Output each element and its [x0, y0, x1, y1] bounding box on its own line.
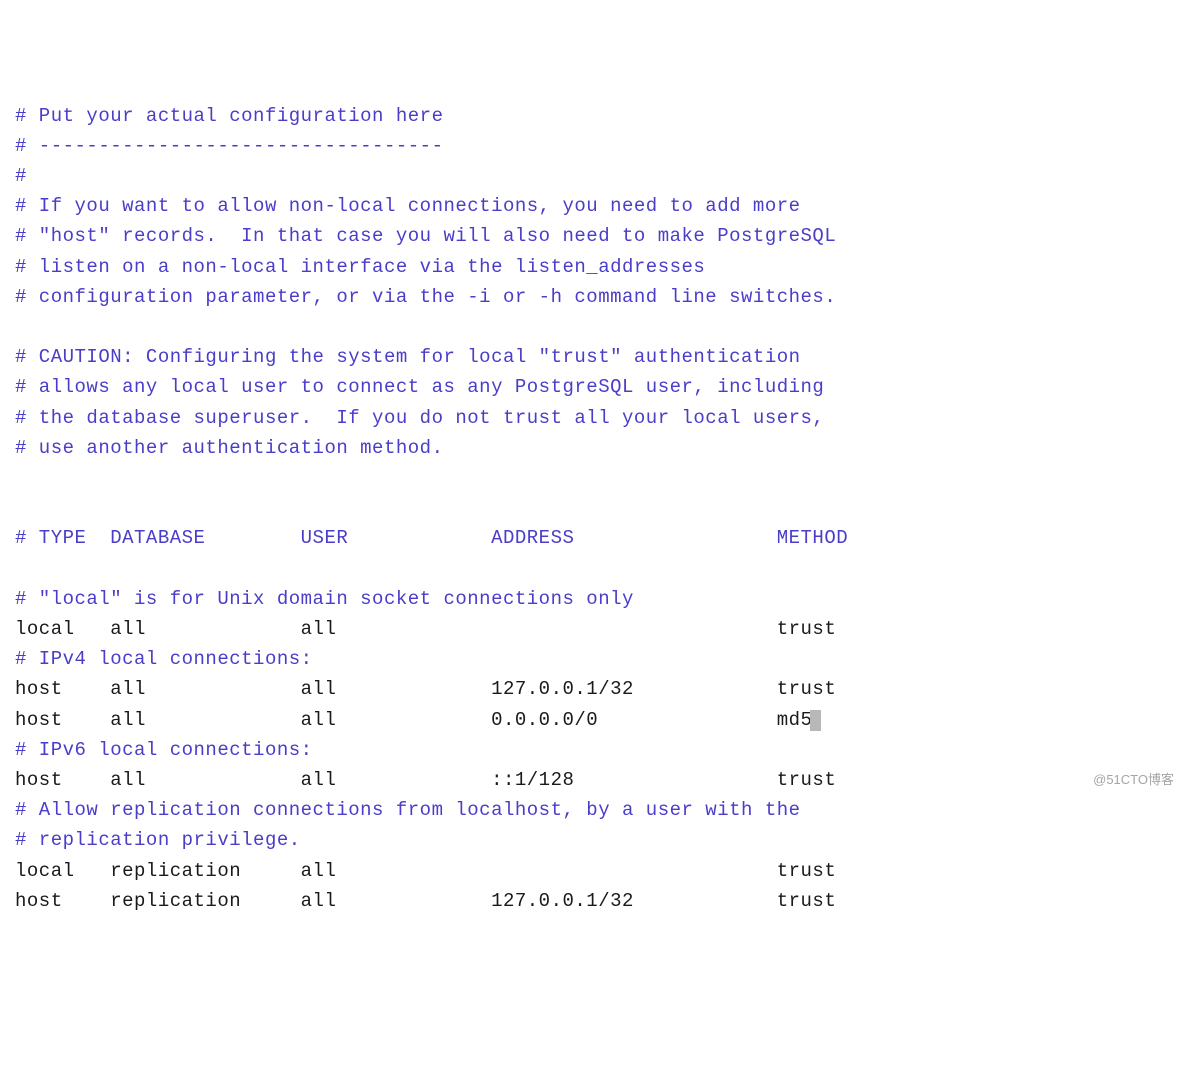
config-entry-line: host all all 127.0.0.1/32 trust: [15, 674, 1169, 704]
config-comment-line: # ----------------------------------: [15, 131, 1169, 161]
config-entry-line: local replication all trust: [15, 856, 1169, 886]
config-comment-line: # use another authentication method.: [15, 433, 1169, 463]
config-entry-line: host all all ::1/128 trust: [15, 765, 1169, 795]
config-comment-line: # Allow replication connections from loc…: [15, 795, 1169, 825]
terminal-cursor: [810, 710, 821, 731]
config-comment-line: # If you want to allow non-local connect…: [15, 191, 1169, 221]
config-file-content: # Put your actual configuration here# --…: [15, 101, 1169, 916]
config-entry-line: host all all 0.0.0.0/0 md5: [15, 705, 1169, 735]
config-comment-line: [15, 493, 1169, 523]
config-comment-line: # IPv6 local connections:: [15, 735, 1169, 765]
config-comment-line: # replication privilege.: [15, 825, 1169, 855]
config-comment-line: # configuration parameter, or via the -i…: [15, 282, 1169, 312]
config-comment-line: # TYPE DATABASE USER ADDRESS METHOD: [15, 523, 1169, 553]
config-comment-line: # CAUTION: Configuring the system for lo…: [15, 342, 1169, 372]
config-comment-line: [15, 463, 1169, 493]
config-comment-line: # Put your actual configuration here: [15, 101, 1169, 131]
config-comment-line: [15, 312, 1169, 342]
config-comment-line: # "host" records. In that case you will …: [15, 221, 1169, 251]
config-comment-line: # IPv4 local connections:: [15, 644, 1169, 674]
config-comment-line: #: [15, 161, 1169, 191]
config-comment-line: # "local" is for Unix domain socket conn…: [15, 584, 1169, 614]
config-entry-line: local all all trust: [15, 614, 1169, 644]
config-comment-line: # listen on a non-local interface via th…: [15, 252, 1169, 282]
config-entry-line: host replication all 127.0.0.1/32 trust: [15, 886, 1169, 916]
config-comment-line: # allows any local user to connect as an…: [15, 372, 1169, 402]
config-comment-line: [15, 554, 1169, 584]
config-comment-line: # the database superuser. If you do not …: [15, 403, 1169, 433]
watermark: @51CTO博客: [1093, 770, 1174, 791]
